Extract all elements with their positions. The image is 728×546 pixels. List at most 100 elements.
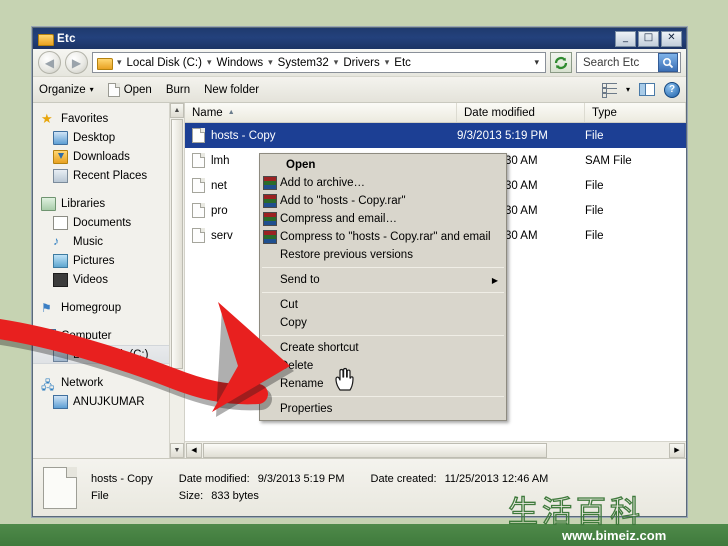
chevron-down-icon[interactable]: ▾	[626, 85, 630, 94]
window-controls: _ □ ✕	[615, 30, 684, 47]
burn-button[interactable]: Burn	[166, 84, 190, 96]
scroll-left-button[interactable]: ◀	[186, 442, 202, 458]
search-icon[interactable]	[658, 53, 678, 72]
sidebar-item-pictures[interactable]: Pictures	[33, 251, 184, 270]
sidebar-label: ANUJKUMAR	[73, 395, 145, 408]
file-icon	[43, 466, 77, 509]
breadcrumb-item-local-disk[interactable]: Local Disk (C:)	[125, 57, 204, 69]
menu-item-cut[interactable]: Cut	[260, 296, 506, 314]
sidebar-label: Favorites	[61, 112, 109, 125]
documents-icon	[53, 215, 68, 230]
sidebar-item-favorites[interactable]: ★ Favorites	[33, 109, 184, 128]
sidebar-scrollbar[interactable]: ▲ ▼	[169, 103, 184, 458]
chevron-down-icon[interactable]: ▾	[534, 57, 542, 68]
sidebar-item-music[interactable]: ♪ Music	[33, 232, 184, 251]
help-icon[interactable]: ?	[664, 81, 680, 98]
downloads-icon	[53, 149, 68, 164]
breadcrumb-separator: ▾	[117, 57, 122, 67]
maximize-button[interactable]: □	[638, 30, 659, 47]
details-date-modified-label: Date modified:	[178, 473, 250, 485]
forward-button[interactable]: ▶	[65, 51, 88, 74]
search-box[interactable]: Search Etc	[576, 52, 681, 73]
menu-item-compress-to-rar-and-email[interactable]: Compress to "hosts - Copy.rar" and email	[260, 228, 506, 246]
organize-button[interactable]: Organize ▾	[39, 84, 94, 96]
menu-item-open[interactable]: Open	[260, 156, 506, 174]
sidebar-item-homegroup[interactable]: ⚑ Homegroup	[33, 298, 184, 317]
breadcrumb-item-system32[interactable]: System32	[276, 57, 331, 69]
menu-item-restore-previous-versions[interactable]: Restore previous versions	[260, 246, 506, 264]
file-type-cell: File	[585, 129, 604, 142]
sidebar-item-documents[interactable]: Documents	[33, 213, 184, 232]
address-folder-icon	[97, 57, 113, 70]
sidebar-item-videos[interactable]: Videos	[33, 270, 184, 289]
menu-item-send-to[interactable]: Send to ▶	[260, 271, 506, 289]
file-type-cell: SAM File	[585, 154, 632, 167]
file-name: net	[211, 179, 227, 192]
menu-label: Send to	[280, 274, 320, 286]
menu-item-compress-and-email[interactable]: Compress and email…	[260, 210, 506, 228]
new-folder-button[interactable]: New folder	[204, 84, 259, 96]
breadcrumb-separator: ▾	[333, 57, 339, 67]
scroll-right-button[interactable]: ▶	[669, 442, 685, 458]
recent-places-icon	[53, 168, 68, 183]
menu-item-rename[interactable]: Rename	[260, 375, 506, 393]
sidebar-item-downloads[interactable]: Downloads	[33, 147, 184, 166]
column-label: Name	[192, 106, 223, 119]
minimize-button[interactable]: _	[615, 30, 636, 47]
organize-label: Organize	[39, 83, 86, 96]
scroll-up-button[interactable]: ▲	[170, 103, 184, 118]
sidebar-label: Libraries	[61, 197, 106, 210]
sidebar-label: Music	[73, 235, 104, 248]
sidebar-item-libraries[interactable]: Libraries	[33, 194, 184, 213]
details-column-right: Date created: 11/25/2013 12:46 AM	[371, 473, 549, 502]
menu-item-delete[interactable]: Delete	[260, 357, 506, 375]
table-row[interactable]: hosts - Copy 9/3/2013 5:19 PM File	[185, 123, 686, 148]
menu-item-properties[interactable]: Properties	[260, 400, 506, 418]
context-menu[interactable]: Open Add to archive… Add to "hosts - Cop…	[259, 153, 507, 421]
breadcrumb-item-etc[interactable]: Etc	[392, 57, 413, 69]
search-input[interactable]: Search Etc	[579, 57, 639, 69]
address-bar[interactable]: ▾ Local Disk (C:) ▾ Windows ▾ System32 ▾…	[92, 52, 546, 73]
nav-group-network: 🖧 Network ANUJKUMAR	[33, 373, 184, 411]
horizontal-scrollbar[interactable]: ◀ ▶	[185, 441, 686, 458]
sidebar-item-computer[interactable]: Computer	[33, 326, 184, 345]
file-icon	[192, 178, 205, 193]
menu-item-create-shortcut[interactable]: Create shortcut	[260, 339, 506, 357]
breadcrumb-item-windows[interactable]: Windows	[214, 57, 265, 69]
command-toolbar: Organize ▾ Open Burn New folder ▾ ?	[33, 77, 686, 103]
sidebar-item-recent-places[interactable]: Recent Places	[33, 166, 184, 185]
details-pane: hosts - Copy File Date modified: 9/3/201…	[33, 458, 686, 516]
back-button[interactable]: ◀	[38, 51, 61, 74]
scrollbar-thumb[interactable]	[171, 119, 183, 369]
column-header-date-modified[interactable]: Date modified	[457, 103, 585, 122]
menu-item-add-to-archive[interactable]: Add to archive…	[260, 174, 506, 192]
breadcrumb-item-drivers[interactable]: Drivers	[341, 57, 381, 69]
sidebar-item-anujkumar[interactable]: ANUJKUMAR	[33, 392, 184, 411]
file-name: lmh	[211, 154, 230, 167]
sidebar-item-local-disk-c[interactable]: Local Disk (C:)	[33, 345, 184, 364]
preview-pane-icon[interactable]	[639, 83, 655, 96]
open-label: Open	[123, 83, 152, 96]
view-options-icon[interactable]	[601, 83, 617, 98]
close-button[interactable]: ✕	[661, 30, 682, 47]
sidebar-item-network[interactable]: 🖧 Network	[33, 373, 184, 392]
computer-icon	[53, 394, 68, 409]
open-button[interactable]: Open	[107, 82, 152, 97]
sidebar-item-desktop[interactable]: Desktop	[33, 128, 184, 147]
desktop-icon	[53, 130, 68, 145]
column-header-type[interactable]: Type	[585, 103, 686, 122]
refresh-button[interactable]	[550, 52, 572, 73]
scroll-down-button[interactable]: ▼	[170, 443, 184, 458]
scrollbar-track[interactable]	[203, 442, 668, 458]
star-icon: ★	[41, 110, 53, 126]
winrar-icon	[263, 176, 277, 190]
menu-item-copy[interactable]: Copy	[260, 314, 506, 332]
pictures-icon	[53, 253, 68, 268]
column-label: Type	[592, 106, 617, 119]
menu-item-add-to-rar[interactable]: Add to "hosts - Copy.rar"	[260, 192, 506, 210]
scrollbar-thumb[interactable]	[203, 442, 548, 458]
folder-icon	[38, 33, 54, 46]
details-file-type: File	[91, 490, 109, 502]
winrar-icon	[263, 194, 277, 208]
column-header-name[interactable]: Name ▲	[185, 103, 457, 122]
